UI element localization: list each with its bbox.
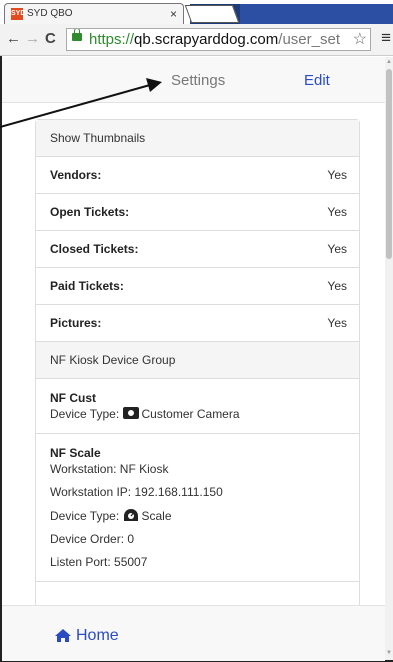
url-path: /user_set — [278, 31, 340, 48]
row-value: Yes — [327, 316, 347, 330]
device-name: NF Scale — [50, 446, 101, 460]
favicon-icon: SYD — [11, 8, 25, 20]
device-type-line: Device Type: Customer Camera — [50, 407, 345, 421]
forward-icon[interactable]: → — [25, 30, 40, 47]
device-type-value: Scale — [141, 509, 172, 523]
row-value: Yes — [327, 279, 347, 293]
table-row: Vendors: Yes — [36, 157, 359, 194]
home-link[interactable]: Home — [76, 627, 119, 645]
table-row: Paid Tickets: Yes — [36, 268, 359, 305]
reload-icon[interactable]: C — [45, 30, 56, 47]
camera-icon — [122, 407, 139, 419]
address-bar[interactable]: https://qb.scrapyarddog.com/user_set ☆ — [66, 28, 371, 51]
thumbnails-heading: Show Thumbnails — [36, 120, 359, 157]
row-label: Vendors: — [50, 168, 102, 182]
next-device-spacer — [36, 582, 359, 605]
browser-tabstrip: SYD SYD QBO × — [0, 0, 393, 24]
device-type-value: Customer Camera — [141, 407, 240, 421]
device-group-heading: NF Kiosk Device Group — [36, 342, 359, 379]
back-icon[interactable]: ← — [6, 30, 21, 47]
scale-icon — [123, 509, 138, 521]
tab-title: SYD QBO — [27, 8, 73, 19]
bookmark-star-icon[interactable]: ☆ — [352, 29, 367, 50]
home-icon[interactable] — [54, 628, 72, 643]
scrollbar-thumb[interactable] — [386, 69, 392, 259]
device-type-label: Device Type: — [50, 509, 120, 523]
browser-tab[interactable]: SYD SYD QBO × — [4, 3, 184, 24]
table-row: Pictures: Yes — [36, 305, 359, 342]
row-label: Paid Tickets: — [50, 279, 124, 293]
device-type-line: Device Type: Scale — [50, 508, 345, 523]
device-type-label: Device Type: — [50, 407, 120, 421]
scroll-up-icon[interactable]: ▲ — [386, 59, 392, 65]
new-tab-button[interactable] — [184, 5, 240, 23]
browser-toolbar: ← → C https://qb.scrapyarddog.com/user_s… — [0, 24, 393, 56]
tab-close-icon[interactable]: × — [170, 4, 177, 24]
table-row: Closed Tickets: Yes — [36, 231, 359, 268]
edit-button[interactable]: Edit — [304, 72, 330, 89]
scroll-down-icon[interactable]: ▼ — [386, 650, 392, 656]
row-label: Open Tickets: — [50, 205, 130, 219]
main-content: Show Thumbnails Vendors: Yes Open Ticket… — [2, 103, 385, 605]
lock-icon — [72, 29, 82, 41]
row-value: Yes — [327, 205, 347, 219]
device-name: NF Cust — [50, 391, 96, 405]
app-header: Settings Edit — [2, 57, 385, 103]
device-order: Device Order: 0 — [50, 532, 135, 546]
page-title: Settings — [171, 72, 226, 89]
tabstrip-background-highlight — [240, 4, 393, 24]
url-scheme: https:// — [89, 31, 135, 48]
device-item-nf-cust: NF Cust Device Type: Customer Camera — [36, 379, 359, 434]
row-value: Yes — [327, 168, 347, 182]
footer-nav: Home — [2, 605, 385, 661]
browser-menu-icon[interactable]: ≡ — [381, 28, 391, 48]
row-label: Closed Tickets: — [50, 242, 139, 256]
table-row: Open Tickets: Yes — [36, 194, 359, 231]
device-listen-port: Listen Port: 55007 — [50, 555, 148, 569]
row-value: Yes — [327, 242, 347, 256]
row-label: Pictures: — [50, 316, 102, 330]
device-workstation-ip: Workstation IP: 192.168.111.150 — [50, 485, 223, 499]
url-host: qb.scrapyarddog.com — [134, 31, 279, 48]
settings-panel: Show Thumbnails Vendors: Yes Open Ticket… — [35, 119, 360, 605]
device-workstation: Workstation: NF Kiosk — [50, 462, 169, 476]
device-item-nf-scale: NF Scale Workstation: NF Kiosk Workstati… — [36, 434, 359, 582]
